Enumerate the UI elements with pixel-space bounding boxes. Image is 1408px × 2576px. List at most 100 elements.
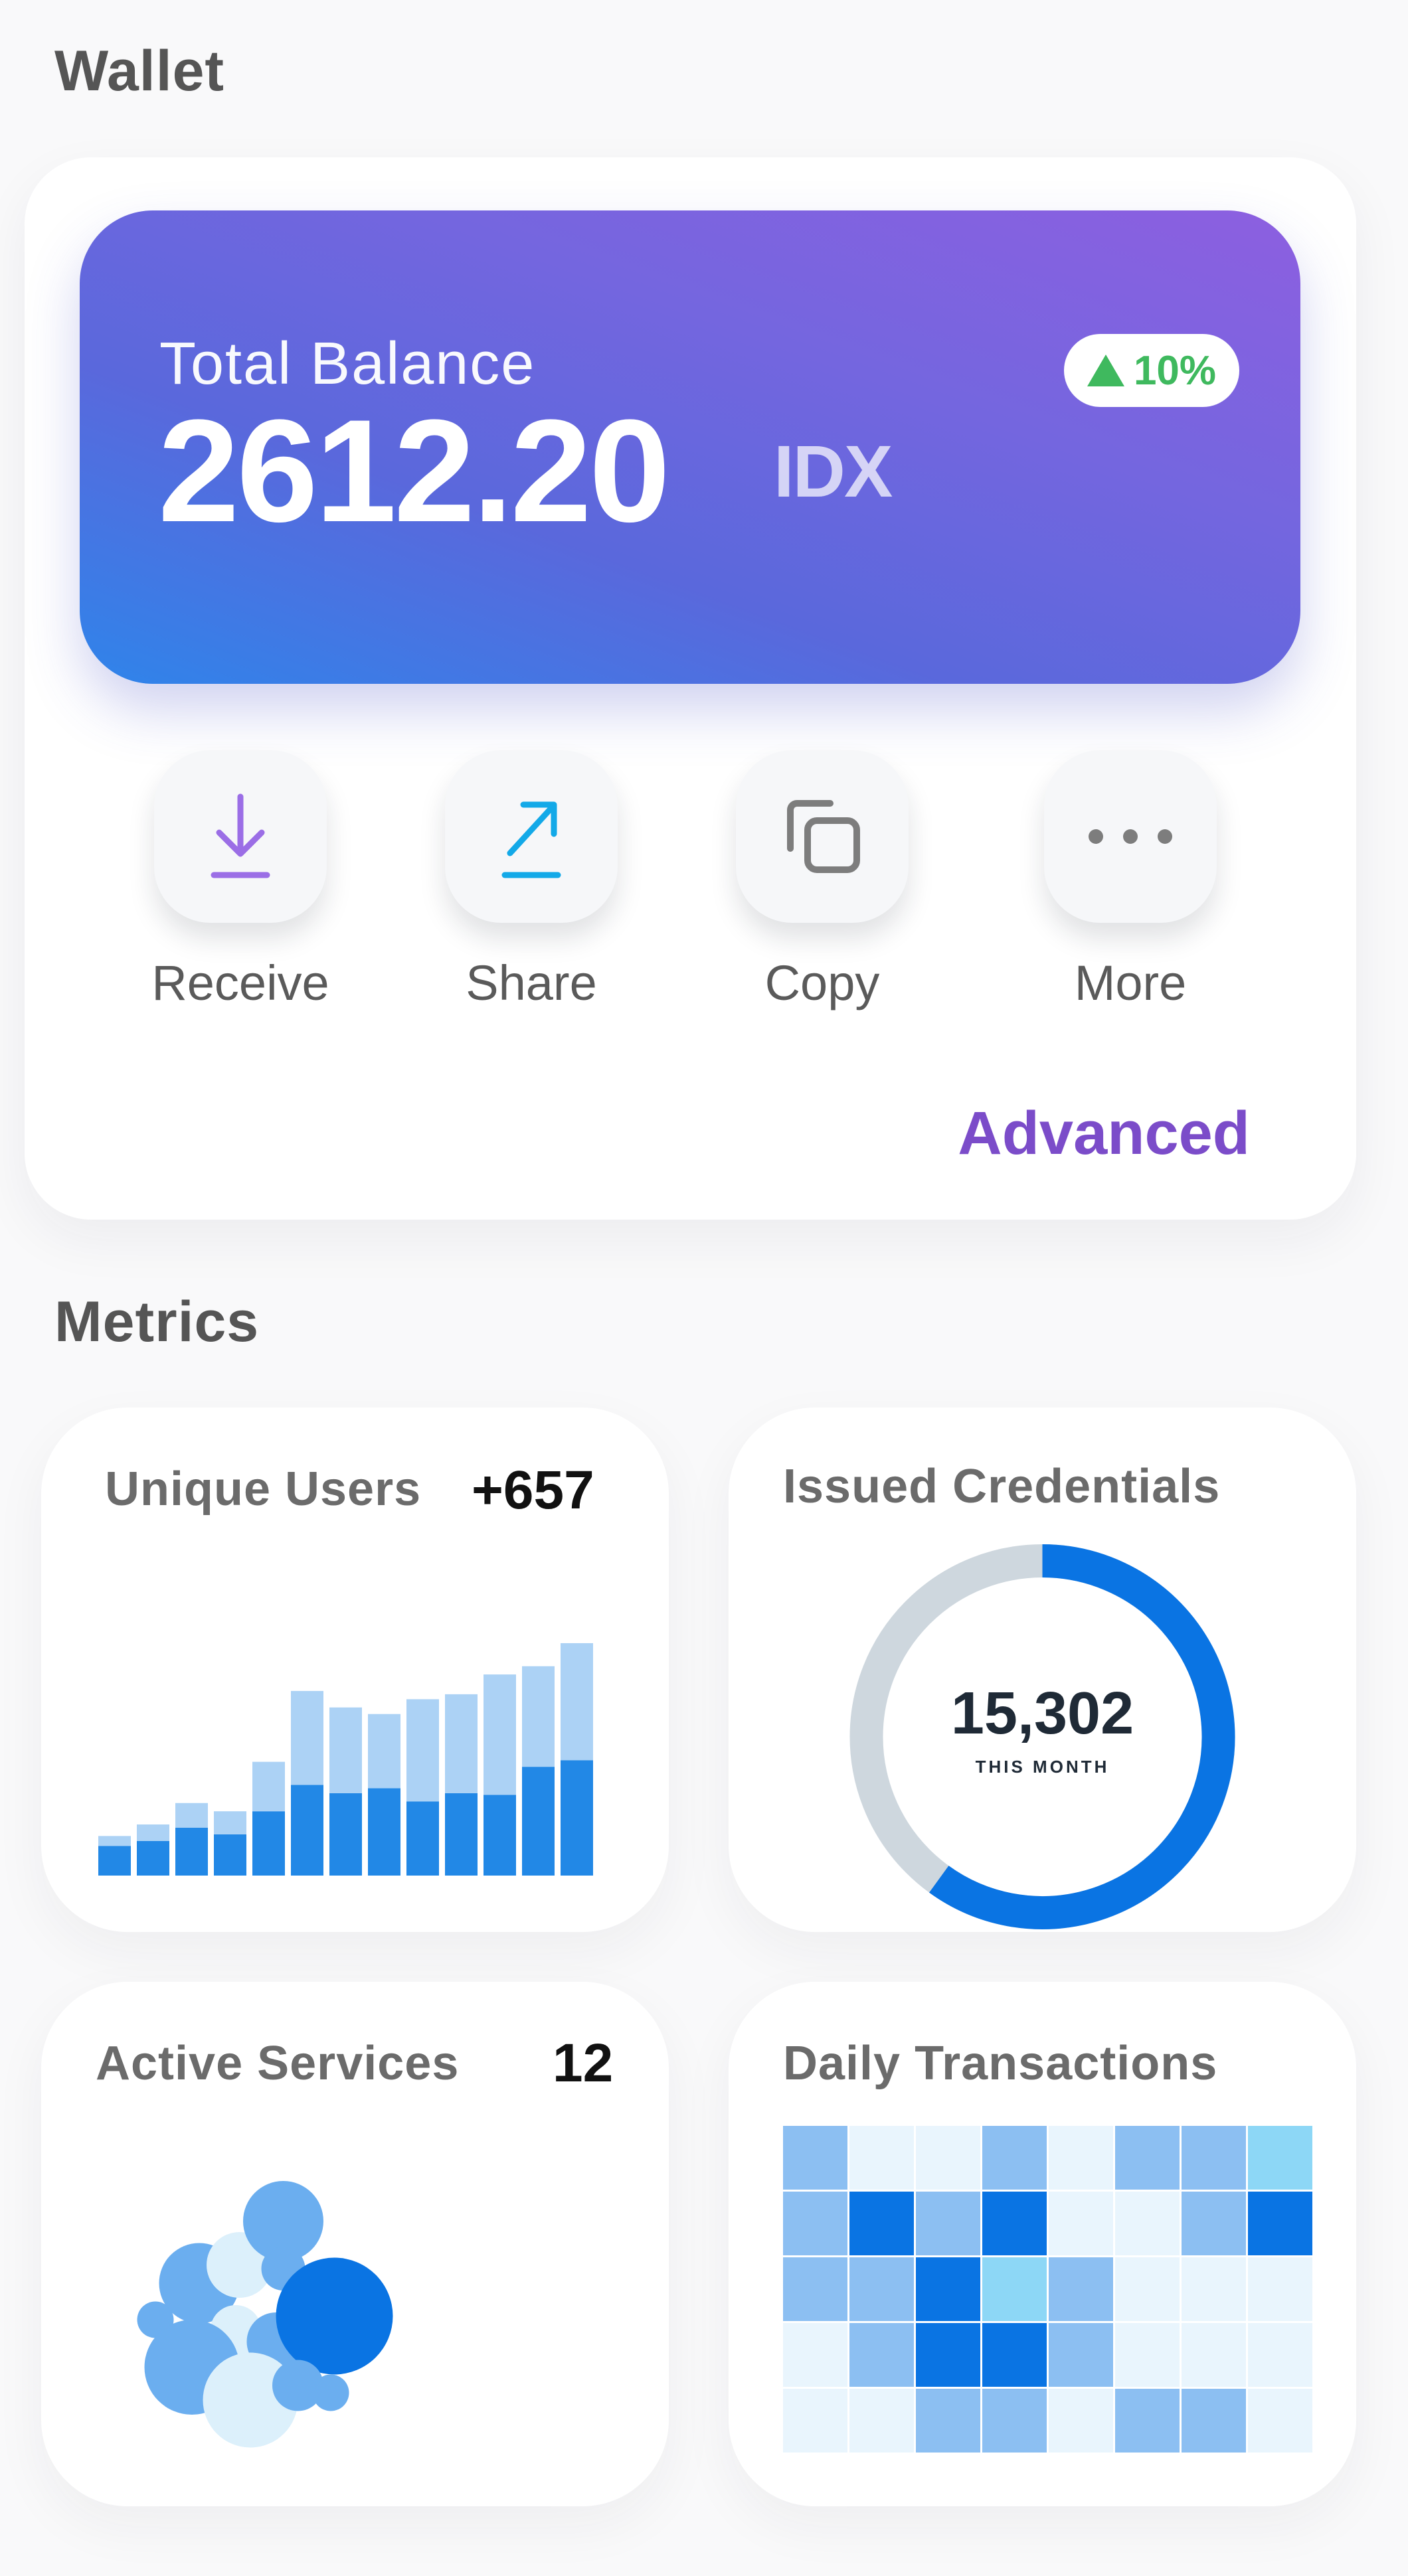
heatmap-cell bbox=[783, 2323, 847, 2387]
issued-credentials-donut-chart bbox=[849, 1544, 1235, 1929]
daily-transactions-card[interactable]: Daily Transactions bbox=[729, 1982, 1356, 2506]
bubble bbox=[276, 2257, 393, 2375]
more-label: More bbox=[1074, 955, 1187, 1010]
heatmap-cell bbox=[849, 2192, 914, 2255]
bar-segment bbox=[329, 1707, 362, 1793]
heatmap-cell bbox=[916, 2257, 980, 2321]
heatmap-cell bbox=[1248, 2389, 1312, 2453]
heatmap-cell bbox=[1182, 2192, 1246, 2255]
heatmap-cell bbox=[1248, 2257, 1312, 2321]
bar-segment bbox=[368, 1714, 400, 1789]
heatmap-cell bbox=[1182, 2257, 1246, 2321]
heatmap-cell bbox=[1115, 2257, 1180, 2321]
heatmap-cell bbox=[849, 2389, 914, 2453]
bar-segment bbox=[137, 1824, 169, 1841]
heatmap-cell bbox=[916, 2126, 980, 2190]
heatmap-cell bbox=[916, 2192, 980, 2255]
bar-segment bbox=[214, 1834, 246, 1876]
more-action[interactable]: More bbox=[1031, 750, 1230, 1011]
wallet-section-title: Wallet bbox=[54, 39, 225, 103]
heatmap-cell bbox=[1049, 2192, 1113, 2255]
heatmap-cell bbox=[849, 2257, 914, 2321]
unique-users-bar-chart bbox=[98, 1643, 593, 1876]
bar-segment bbox=[98, 1846, 131, 1876]
bar-segment bbox=[561, 1760, 593, 1876]
heatmap-cell bbox=[982, 2126, 1047, 2190]
balance-unit: IDX bbox=[774, 431, 893, 513]
heatmap-cell bbox=[1248, 2323, 1312, 2387]
copy-button[interactable] bbox=[736, 750, 909, 923]
heatmap-cell bbox=[1049, 2389, 1113, 2453]
heatmap-cell bbox=[1049, 2323, 1113, 2387]
bar-segment bbox=[522, 1767, 555, 1876]
share-action[interactable]: Share bbox=[432, 750, 631, 1011]
change-badge: 10% bbox=[1064, 334, 1239, 407]
heatmap-cell bbox=[783, 2126, 847, 2190]
bar-segment bbox=[561, 1643, 593, 1761]
heatmap-cell bbox=[916, 2323, 980, 2387]
heatmap-cell bbox=[783, 2257, 847, 2321]
bar-segment bbox=[484, 1795, 516, 1876]
change-badge-value: 10% bbox=[1133, 347, 1217, 394]
copy-action[interactable]: Copy bbox=[723, 750, 922, 1011]
heatmap-cell bbox=[849, 2126, 914, 2190]
bar-segment bbox=[137, 1840, 169, 1876]
active-services-card[interactable]: Active Services 12 bbox=[41, 1982, 669, 2506]
heatmap-cell bbox=[1182, 2389, 1246, 2453]
heatmap-cell bbox=[916, 2389, 980, 2453]
heatmap-cell bbox=[1182, 2126, 1246, 2190]
download-icon bbox=[211, 793, 270, 878]
bar-segment bbox=[252, 1761, 285, 1812]
triangle-up-icon bbox=[1087, 355, 1124, 386]
share-button[interactable] bbox=[445, 750, 618, 923]
bar-segment bbox=[484, 1674, 516, 1795]
bar-segment bbox=[445, 1793, 478, 1876]
bar-segment bbox=[329, 1793, 362, 1876]
heatmap-cell bbox=[1115, 2389, 1180, 2453]
bar-segment bbox=[406, 1801, 439, 1876]
heatmap-cell bbox=[1248, 2192, 1312, 2255]
heatmap-cell bbox=[1115, 2192, 1180, 2255]
issued-credentials-value: 15,302 bbox=[950, 1680, 1134, 1747]
advanced-link[interactable]: Advanced bbox=[958, 1099, 1250, 1168]
daily-transactions-heatmap bbox=[783, 2126, 1312, 2453]
share-label: Share bbox=[466, 955, 597, 1010]
balance-label: Total Balance bbox=[159, 331, 536, 397]
heatmap-cell bbox=[982, 2389, 1047, 2453]
heatmap-cell bbox=[1049, 2257, 1113, 2321]
bar-segment bbox=[522, 1666, 555, 1767]
bar-segment bbox=[291, 1785, 323, 1876]
more-button[interactable] bbox=[1044, 750, 1217, 923]
bar-segment bbox=[175, 1828, 208, 1876]
bar-segment bbox=[214, 1811, 246, 1834]
bar-segment bbox=[291, 1690, 323, 1785]
heatmap-cell bbox=[849, 2323, 914, 2387]
heatmap-cell bbox=[783, 2192, 847, 2255]
heatmap-cell bbox=[982, 2257, 1047, 2321]
unique-users-card[interactable]: Unique Users +657 bbox=[41, 1408, 669, 1932]
issued-credentials-caption: THIS MONTH bbox=[975, 1757, 1110, 1777]
more-dots-icon bbox=[1089, 829, 1172, 844]
heatmap-cell bbox=[1115, 2323, 1180, 2387]
bar-segment bbox=[368, 1788, 400, 1876]
metrics-section-title: Metrics bbox=[54, 1290, 260, 1354]
active-services-bubble-chart bbox=[137, 2181, 393, 2448]
receive-action[interactable]: Receive bbox=[141, 750, 340, 1011]
receive-button[interactable] bbox=[154, 750, 327, 923]
heatmap-cell bbox=[1248, 2126, 1312, 2190]
balance-card[interactable]: Total Balance 2612.20 IDX 10% bbox=[80, 210, 1300, 684]
balance-value: 2612.20 bbox=[158, 389, 670, 552]
heatmap-cell bbox=[1115, 2126, 1180, 2190]
heatmap-cell bbox=[982, 2323, 1047, 2387]
bar-segment bbox=[406, 1699, 439, 1802]
copy-label: Copy bbox=[764, 955, 880, 1010]
bar-segment bbox=[445, 1694, 478, 1793]
receive-label: Receive bbox=[151, 955, 329, 1010]
issued-credentials-card[interactable]: Issued Credentials 15,302 THIS MONTH bbox=[729, 1408, 1356, 1932]
bubble bbox=[312, 2374, 349, 2411]
heatmap-cell bbox=[982, 2192, 1047, 2255]
copy-icon bbox=[787, 800, 860, 873]
share-arrow-icon bbox=[501, 801, 561, 878]
heatmap-cell bbox=[1182, 2323, 1246, 2387]
bar-segment bbox=[98, 1836, 131, 1846]
